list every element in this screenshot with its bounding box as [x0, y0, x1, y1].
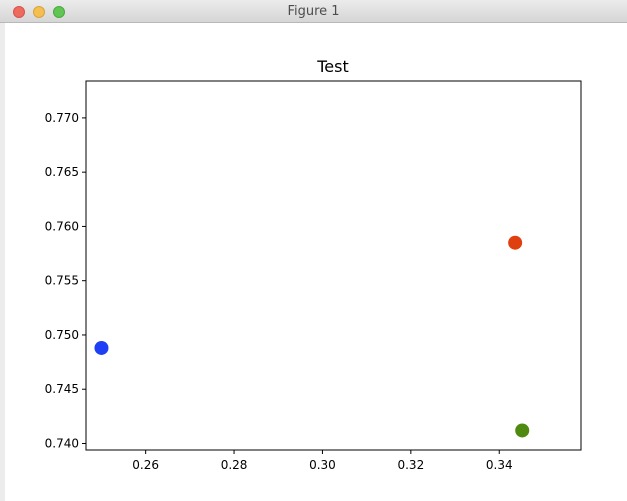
- x-tick-label: 0.32: [397, 458, 424, 472]
- x-tick-label: 0.26: [132, 458, 159, 472]
- x-tick-label: 0.30: [309, 458, 336, 472]
- figure-window: Figure 1 Test 0.26 0.28 0.30 0.32 0.34 0.740…: [0, 0, 627, 501]
- plot-frame: [85, 80, 582, 451]
- chart-title: Test: [316, 57, 349, 76]
- y-tick-label: 0.740: [45, 436, 79, 450]
- x-tick-label: 0.28: [221, 458, 248, 472]
- data-points: [94, 235, 530, 438]
- y-tick-label: 0.745: [45, 382, 79, 396]
- y-tick-label: 0.760: [45, 219, 79, 233]
- title-bar: Figure 1: [0, 0, 627, 23]
- window-title: Figure 1: [287, 4, 340, 19]
- y-tick-label: 0.755: [45, 274, 79, 288]
- y-tick-label: 0.765: [45, 165, 79, 179]
- y-axis: 0.740 0.745 0.750 0.755 0.760 0.765 0.770: [45, 111, 86, 450]
- scatter-point: [508, 235, 523, 250]
- scatter-chart: Test 0.26 0.28 0.30 0.32 0.34 0.740 0.745 0.75…: [45, 57, 582, 472]
- x-axis: 0.26 0.28 0.30 0.32 0.34: [132, 450, 513, 472]
- x-tick-label: 0.34: [486, 458, 513, 472]
- y-tick-label: 0.770: [45, 111, 79, 125]
- scatter-point: [94, 340, 109, 355]
- scatter-point: [515, 423, 530, 438]
- y-tick-label: 0.750: [45, 328, 79, 342]
